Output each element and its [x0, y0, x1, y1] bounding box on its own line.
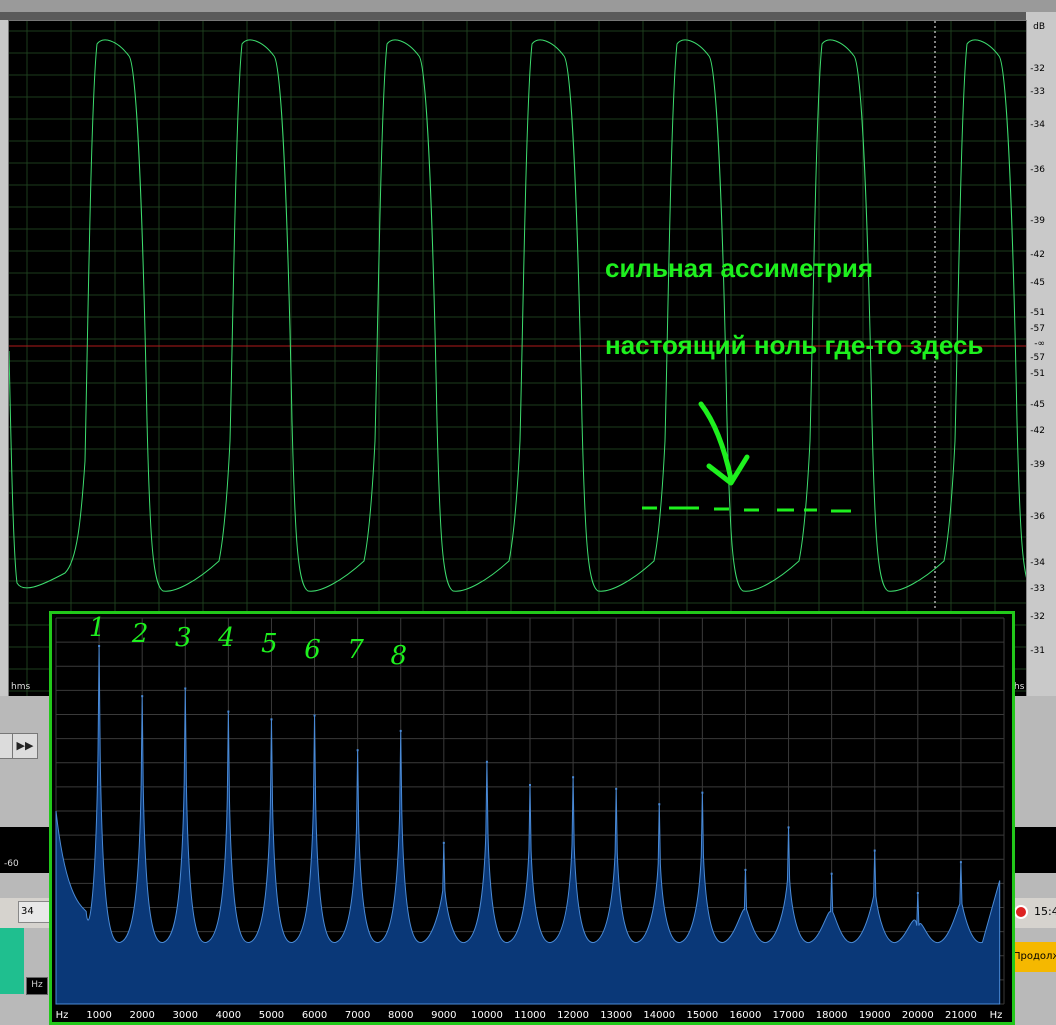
taskbar-item[interactable]: 34 [18, 901, 50, 923]
waveform-trace [9, 39, 1027, 592]
db-tick-label: -39 [1030, 460, 1045, 470]
harmonic-number: 6 [304, 635, 321, 665]
x-unit-left: Hz [56, 1010, 69, 1021]
x-tick-label: 7000 [345, 1010, 370, 1021]
harmonic-number: 4 [217, 623, 235, 653]
db-tick-label: -33 [1030, 584, 1045, 594]
harmonic-number: 5 [261, 629, 278, 659]
annotation-asymmetry: сильная ассиметрия [605, 253, 873, 283]
db-tick-label: -45 [1030, 400, 1045, 410]
x-unit-right: Hz [990, 1010, 1003, 1021]
time-unit-right: hs [1014, 682, 1025, 692]
db-tick-label: -36 [1030, 512, 1045, 522]
db-tick-label: -36 [1030, 165, 1045, 175]
x-tick-label: 2000 [129, 1010, 154, 1021]
annotation-true-zero: настоящий ноль где-то здесь [605, 330, 984, 360]
db-tick-label: -39 [1030, 216, 1045, 226]
x-tick-label: 9000 [431, 1010, 456, 1021]
overview-track[interactable] [0, 12, 1026, 20]
spectrum-panel: Hz 1000 2000 3000 4000 5000 6000 7000 8000 9000 10… [49, 611, 1015, 1025]
time-unit-left: hms [11, 682, 31, 692]
db-tick-label: -51 [1030, 308, 1045, 318]
fast-forward-icon: ▶▶ [16, 739, 34, 752]
taskbar-clock: 15:4 [1034, 905, 1056, 918]
db-scale-ruler: dB -32 -33 -34 -36 -39 -42 -45 -51 -57 -∞ -57 -51 -4… [1026, 20, 1056, 696]
harmonic-number: 1 [89, 614, 106, 643]
x-tick-label: 13000 [600, 1010, 632, 1021]
taskbar-item-label: 34 [21, 906, 34, 917]
db-tick-label: -57 [1030, 353, 1045, 363]
harmonic-number: 2 [131, 619, 149, 649]
x-tick-label: 6000 [302, 1010, 327, 1021]
harmonic-number: 3 [175, 623, 192, 653]
db-tick-label: -45 [1030, 278, 1045, 288]
hz-box: Hz [26, 977, 48, 995]
db-tick-label: -34 [1030, 558, 1045, 568]
x-tick-label: 8000 [388, 1010, 413, 1021]
x-tick-label: 3000 [173, 1010, 198, 1021]
harmonic-number: 8 [390, 641, 407, 671]
true-zero-dashes [642, 506, 851, 513]
notification-balloon[interactable]: Продолжи [1013, 942, 1056, 972]
x-tick-label: 20000 [902, 1010, 934, 1021]
x-tick-label: 14000 [643, 1010, 675, 1021]
x-tick-label: 15000 [686, 1010, 718, 1021]
antivirus-tray-icon[interactable] [1014, 905, 1028, 919]
db-tick-label: -42 [1030, 426, 1045, 436]
db-tick-label: -51 [1030, 369, 1045, 379]
x-tick-label: 4000 [216, 1010, 241, 1021]
db-tick-label: -31 [1030, 646, 1045, 656]
spectrum-x-axis: Hz 1000 2000 3000 4000 5000 6000 7000 8000 9000 10… [56, 1010, 1003, 1021]
x-tick-label: 19000 [859, 1010, 891, 1021]
x-tick-label: 17000 [773, 1010, 805, 1021]
x-tick-label: 11000 [514, 1010, 546, 1021]
top-bar [0, 0, 1056, 12]
db-tick-label: -∞ [1034, 339, 1045, 349]
x-tick-label: 5000 [259, 1010, 284, 1021]
db-tick-label: -34 [1030, 120, 1045, 130]
db-tick-label: -33 [1030, 87, 1045, 97]
level-meter-label: -60 [4, 859, 19, 869]
desktop-fragment [0, 928, 24, 994]
x-tick-label: 12000 [557, 1010, 589, 1021]
db-tick-label: -42 [1030, 250, 1045, 260]
x-tick-label: 10000 [471, 1010, 503, 1021]
spectrum-area [55, 645, 1001, 1005]
x-tick-label: 16000 [730, 1010, 762, 1021]
db-tick-label: -57 [1030, 324, 1045, 334]
x-tick-label: 1000 [86, 1010, 111, 1021]
db-tick-label: -32 [1030, 612, 1045, 622]
db-tick-label: -32 [1030, 64, 1045, 74]
x-tick-label: 18000 [816, 1010, 848, 1021]
db-unit-label: dB [1033, 22, 1045, 32]
x-tick-label: 21000 [945, 1010, 977, 1021]
harmonic-number: 7 [347, 635, 364, 665]
fast-forward-button[interactable]: ▶▶ [12, 733, 38, 759]
spectrum-chart[interactable]: Hz 1000 2000 3000 4000 5000 6000 7000 8000 9000 10… [52, 614, 1012, 1022]
